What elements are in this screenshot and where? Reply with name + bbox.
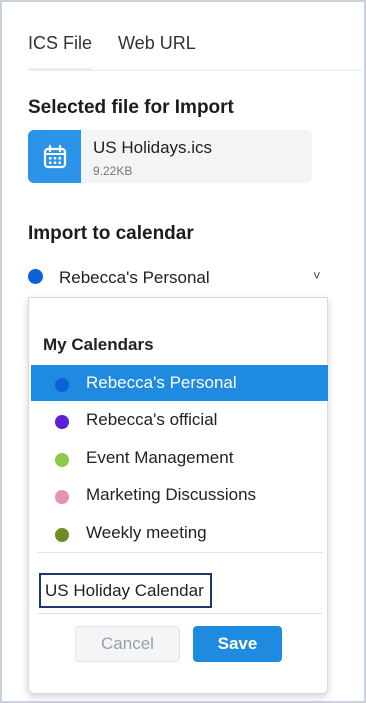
chevron-down-icon[interactable]: ˅ <box>313 268 321 283</box>
calendar-option-event-management[interactable]: Event Management <box>31 440 328 476</box>
tab-ics-file[interactable]: ICS File <box>28 33 93 71</box>
calendar-option-label: Event Management <box>86 448 234 467</box>
file-size: 9.22KB <box>93 164 133 178</box>
calendar-color-dot <box>55 453 69 467</box>
dropdown-divider <box>37 613 323 614</box>
tab-web-url[interactable]: Web URL <box>118 33 196 71</box>
selected-file-card: US Holidays.ics 9.22KB <box>28 130 312 183</box>
import-tabs: ICS File Web URL <box>28 33 196 71</box>
calendar-option-marketing-discussions[interactable]: Marketing Discussions <box>31 477 328 513</box>
selected-calendar-label: Rebecca's Personal <box>59 268 210 287</box>
calendar-option-label: Rebecca's Personal <box>86 373 237 392</box>
calendar-color-dot <box>55 415 69 429</box>
calendar-color-dot <box>55 528 69 542</box>
dropdown-divider <box>37 552 323 553</box>
calendar-icon <box>28 130 81 183</box>
calendar-option-weekly-meeting[interactable]: Weekly meeting <box>31 515 328 551</box>
selected-calendar-color-dot <box>28 269 43 284</box>
calendar-option-label: Weekly meeting <box>86 523 207 542</box>
calendar-option-label: Marketing Discussions <box>86 485 257 504</box>
save-button[interactable]: Save <box>193 626 282 662</box>
import-panel: ICS File Web URL Selected file for Impor… <box>0 0 366 703</box>
selected-file-heading: Selected file for Import <box>28 97 234 118</box>
new-calendar-name-input[interactable] <box>39 573 212 608</box>
tabs-divider <box>28 70 362 71</box>
calendar-option-label: Rebecca's official <box>86 410 218 429</box>
calendar-option-rebeccas-official[interactable]: Rebecca's official <box>31 402 328 438</box>
calendar-color-dot <box>55 490 69 504</box>
calendar-option-rebeccas-personal[interactable]: Rebecca's Personal <box>31 365 328 401</box>
calendar-select[interactable]: Rebecca's Personal ˅ <box>28 266 328 292</box>
my-calendars-heading: My Calendars <box>43 335 154 354</box>
import-to-calendar-heading: Import to calendar <box>28 223 194 244</box>
file-name: US Holidays.ics <box>93 138 213 157</box>
cancel-button[interactable]: Cancel <box>75 626 180 662</box>
calendar-dropdown: My Calendars Rebecca's Personal Rebecca'… <box>28 297 328 694</box>
calendar-color-dot <box>55 378 69 392</box>
